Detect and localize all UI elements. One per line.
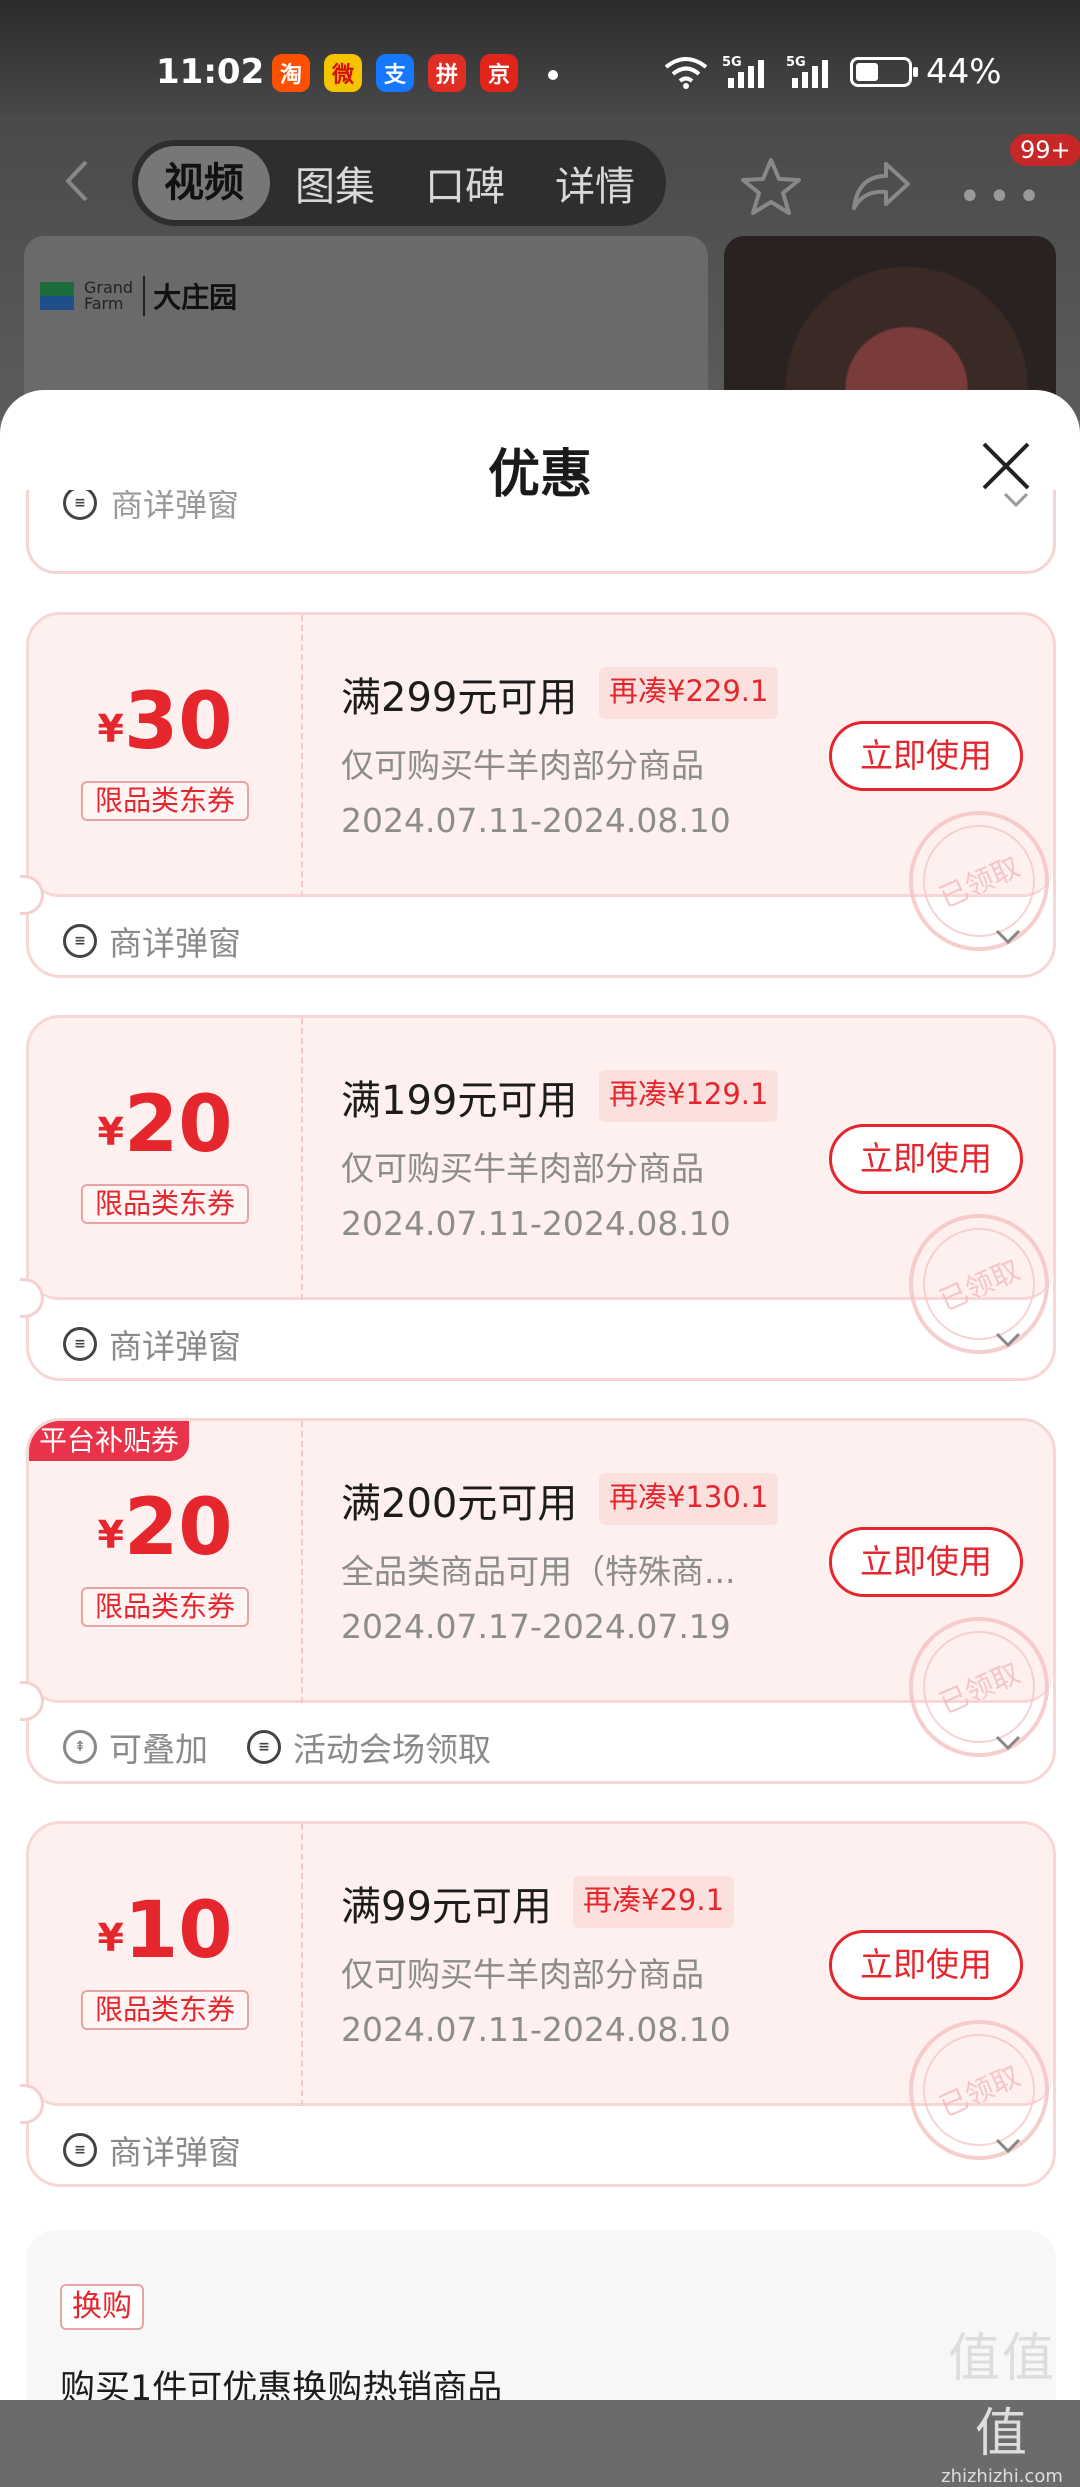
coupon-amount: ¥30 <box>97 677 233 767</box>
favorite-star-icon[interactable] <box>740 156 802 218</box>
brand-name-en: Grand Farm <box>84 278 134 313</box>
chevron-down-icon[interactable] <box>993 927 1023 947</box>
coupon-card: 平台补贴券 ¥20 限品类东券 满200元可用 再凑¥130.1 全品类商品可用… <box>26 1418 1056 1784</box>
coupon-validity: 2024.07.11-2024.08.10 <box>341 2010 731 2049</box>
chevron-down-icon[interactable] <box>993 2136 1023 2156</box>
coupon-type-tag: 限品类东券 <box>81 1990 249 2030</box>
share-icon[interactable] <box>850 158 912 214</box>
weibo-icon: 微 <box>324 54 362 92</box>
coupon-threshold: 满199元可用 <box>341 1078 578 1124</box>
pinduoduo-icon: 拼 <box>428 54 466 92</box>
coupon-source-label: 商详弹窗 <box>109 1327 241 1366</box>
jd-icon: 京 <box>480 54 518 92</box>
coupon-amount: ¥20 <box>97 1080 233 1170</box>
exchange-offer[interactable]: 换购 购买1件可优惠换购热销商品 <box>26 2230 1056 2400</box>
coupon-footer[interactable]: ≡ 商详弹窗 <box>29 897 1053 975</box>
coupon-validity: 2024.07.11-2024.08.10 <box>341 1204 731 1243</box>
brand-mark-icon <box>40 282 74 310</box>
coupon-remaining-tag: 再凑¥29.1 <box>573 1876 735 1928</box>
stackable-icon: ⇞ <box>63 1730 97 1764</box>
taobao-icon: 淘 <box>272 54 310 92</box>
coupon-source-label: 商详弹窗 <box>109 2133 241 2172</box>
coupon-scope: 全品类商品可用（特殊商... <box>341 1552 736 1591</box>
coupon-remaining-tag: 再凑¥130.1 <box>599 1473 779 1525</box>
coupon-source-icon: ≡ <box>63 490 97 520</box>
coupon-scope: 仅可购买牛羊肉部分商品 <box>341 746 704 785</box>
coupon-amount: ¥20 <box>97 1483 233 1573</box>
coupon-type-tag: 限品类东券 <box>81 1587 249 1627</box>
chevron-down-icon[interactable] <box>1001 490 1031 510</box>
coupon-card: ¥10 限品类东券 满99元可用 再凑¥29.1 仅可购买牛羊肉部分商品 202… <box>26 1821 1056 2187</box>
exchange-description: 购买1件可优惠换购热销商品 <box>60 2369 503 2400</box>
brand-logo: Grand Farm 大庄园 <box>40 276 237 316</box>
coupon-source-label: 商详弹窗 <box>109 924 241 963</box>
coupon-body: ¥20 限品类东券 满199元可用 再凑¥129.1 仅可购买牛羊肉部分商品 2… <box>29 1018 1053 1377</box>
exchange-tag: 换购 <box>60 2284 144 2330</box>
tab-gallery[interactable]: 图集 <box>270 154 400 212</box>
coupon-footer[interactable]: ≡ 商详弹窗 <box>29 1300 1053 1378</box>
coupon-footer[interactable]: ⇞ 可叠加 ≡ 活动会场领取 <box>29 1703 1053 1781</box>
platform-subsidy-tag: 平台补贴券 <box>29 1421 190 1461</box>
coupon-footer[interactable]: ≡ 商详弹窗 <box>29 2106 1053 2184</box>
battery-percent: 44% <box>926 52 1002 92</box>
back-icon[interactable] <box>54 156 104 206</box>
svg-text:5G: 5G <box>722 55 742 70</box>
coupon-body: ¥10 限品类东券 满99元可用 再凑¥29.1 仅可购买牛羊肉部分商品 202… <box>29 1824 1053 2183</box>
wifi-icon <box>664 57 708 89</box>
coupon-body: 平台补贴券 ¥20 限品类东券 满200元可用 再凑¥130.1 全品类商品可用… <box>29 1421 1053 1780</box>
use-now-button[interactable]: 立即使用 <box>829 1124 1023 1194</box>
coupon-amount: ¥10 <box>97 1886 233 1976</box>
coupon-scope: 仅可购买牛羊肉部分商品 <box>341 1149 704 1188</box>
coupon-source-label: 商详弹窗 <box>111 490 240 524</box>
chevron-down-icon[interactable] <box>993 1330 1023 1350</box>
coupon-source-label: 活动会场领取 <box>293 1730 491 1769</box>
coupon-card: ¥20 限品类东券 满199元可用 再凑¥129.1 仅可购买牛羊肉部分商品 2… <box>26 1015 1056 1381</box>
more-icon[interactable]: ••• <box>958 174 1047 220</box>
coupon-scope: 仅可购买牛羊肉部分商品 <box>341 1955 704 1994</box>
coupon-type-tag: 限品类东券 <box>81 781 249 821</box>
alipay-icon: 支 <box>376 54 414 92</box>
signal-5g-icon: 5G <box>722 55 764 88</box>
top-nav: 视频 图集 口碑 详情 ••• 99+ <box>0 134 1080 228</box>
coupon-source-icon: ≡ <box>63 2133 97 2167</box>
message-count-badge: 99+ <box>1010 134 1080 166</box>
tab-video[interactable]: 视频 <box>138 146 270 220</box>
svg-text:5G: 5G <box>786 55 806 70</box>
coupon-body: ¥30 限品类东券 满299元可用 再凑¥229.1 仅可购买牛羊肉部分商品 2… <box>29 615 1053 974</box>
background-app: 11:02 淘 微 支 拼 京 5G 5G 44% 视频 图集 口碑 详情 ••… <box>0 0 1080 426</box>
coupon-card: ¥30 限品类东券 满299元可用 再凑¥229.1 仅可购买牛羊肉部分商品 2… <box>26 612 1056 978</box>
stackable-label: 可叠加 <box>109 1730 208 1769</box>
use-now-button[interactable]: 立即使用 <box>829 1527 1023 1597</box>
coupon-source-icon: ≡ <box>63 924 97 958</box>
battery-icon <box>850 57 918 87</box>
use-now-button[interactable]: 立即使用 <box>829 1930 1023 2000</box>
status-time: 11:02 <box>156 52 265 92</box>
brand-name-cn: 大庄园 <box>143 276 237 316</box>
coupon-threshold: 满299元可用 <box>341 675 578 721</box>
close-icon[interactable] <box>978 438 1034 494</box>
coupon-threshold: 满99元可用 <box>341 1884 552 1930</box>
coupon-validity: 2024.07.11-2024.08.10 <box>341 801 731 840</box>
status-app-icons: 淘 微 支 拼 京 <box>272 54 518 92</box>
coupon-source-icon: ≡ <box>63 1327 97 1361</box>
coupon-validity: 2024.07.17-2024.07.19 <box>341 1607 731 1646</box>
coupon-card-partial: ≡ 商详弹窗 <box>26 490 1056 574</box>
coupon-source-icon: ≡ <box>247 1730 281 1764</box>
signal-5g-icon-2: 5G <box>786 55 828 88</box>
coupon-type-tag: 限品类东券 <box>81 1184 249 1224</box>
tab-reviews[interactable]: 口碑 <box>400 154 530 212</box>
notification-dot-icon <box>548 70 558 80</box>
chevron-down-icon[interactable] <box>993 1733 1023 1753</box>
tab-details[interactable]: 详情 <box>530 154 660 212</box>
coupon-threshold: 满200元可用 <box>341 1481 578 1527</box>
status-bar: 11:02 淘 微 支 拼 京 5G 5G 44% <box>0 40 1080 110</box>
discount-sheet: 优惠 ≡ 商详弹窗 ¥30 限品类东券 满299元可用 再凑¥229.1 仅可购… <box>0 390 1080 2400</box>
use-now-button[interactable]: 立即使用 <box>829 721 1023 791</box>
coupon-remaining-tag: 再凑¥229.1 <box>599 667 779 719</box>
site-watermark: 值值值 zhizhizhi.com <box>941 2329 1063 2487</box>
coupon-remaining-tag: 再凑¥129.1 <box>599 1070 779 1122</box>
status-indicators: 5G 5G 44% <box>664 52 1002 92</box>
media-tabs: 视频 图集 口碑 详情 <box>132 140 666 226</box>
